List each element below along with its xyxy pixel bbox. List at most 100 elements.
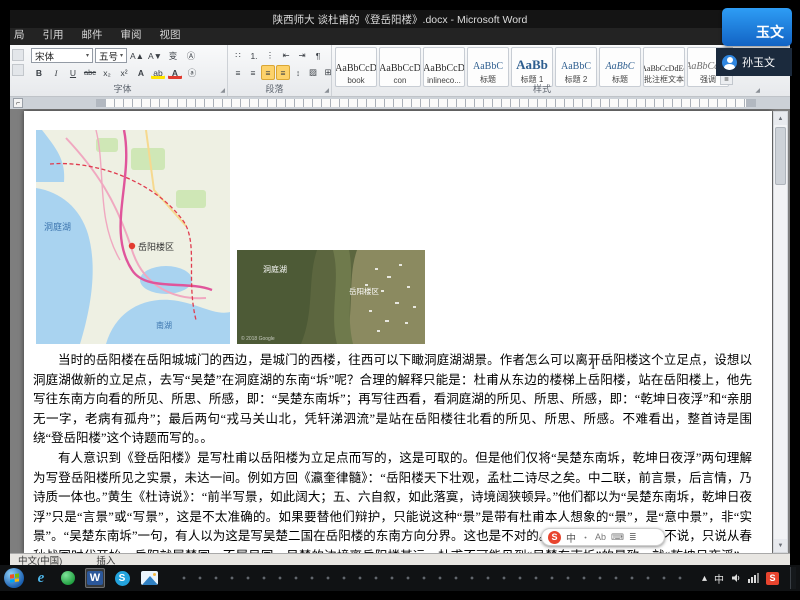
taskbar-photos-button[interactable]	[139, 568, 159, 588]
map-pin-icon	[129, 243, 135, 249]
taskbar-skype-button[interactable]: S	[112, 568, 132, 588]
network-icon[interactable]	[748, 573, 759, 583]
qq-docked-badge[interactable]: 玉文	[722, 8, 792, 46]
enclose-character-button[interactable]: ⓐ	[184, 65, 200, 80]
grow-font-button[interactable]: A▲	[129, 48, 145, 63]
taskbar-ie-button[interactable]: e	[31, 568, 51, 588]
status-bar: 中文(中国) 插入	[10, 553, 790, 565]
tab-review[interactable]: 审阅	[112, 25, 151, 45]
scrollbar-thumb[interactable]	[775, 127, 786, 185]
ime-mode-chinese[interactable]: 中	[566, 530, 576, 545]
paragraph-1[interactable]: 当时的岳阳楼在岳阳城城门的西边，是城门的西楼，往西可以下瞰洞庭湖湖景。作者怎么可…	[33, 351, 752, 449]
tab-mailings[interactable]: 邮件	[73, 25, 112, 45]
taskbar-items-dots	[176, 575, 685, 581]
style-item-title[interactable]: AaBbC 标题	[467, 47, 509, 87]
bullets-button[interactable]: ∷	[231, 48, 245, 63]
style-item-inlineco[interactable]: AaBbCcD inlineco...	[423, 47, 465, 87]
styles-gallery: AaBbCcD book AaBbCcD con AaBbCcD inlinec…	[335, 47, 731, 87]
text-effects-button[interactable]: A	[133, 65, 149, 80]
satellite-label-lake: 洞庭湖	[263, 264, 287, 274]
taskbar-green-app-button[interactable]	[58, 568, 78, 588]
document-page[interactable]: 岳阳楼区 洞庭湖 南湖	[24, 111, 772, 553]
ime-language-icon[interactable]: Ab	[595, 532, 606, 542]
bold-button[interactable]: B	[31, 65, 47, 80]
style-item-book[interactable]: AaBbCcD book	[335, 47, 377, 87]
ime-punctuation-icon[interactable]: ・	[581, 531, 590, 544]
green-app-icon	[61, 571, 75, 585]
clipboard-group-partial	[12, 49, 26, 76]
align-left-button[interactable]: ≡	[231, 65, 245, 80]
document-text[interactable]: 当时的岳阳楼在岳阳城城门的西边，是城门的西楼，往西可以下瞰洞庭湖湖景。作者怎么可…	[33, 351, 752, 553]
highlight-color-button[interactable]: ab	[150, 65, 166, 80]
line-spacing-button[interactable]: ↕	[291, 65, 305, 80]
screen: 陕西师大 谈杜甫的《登岳阳楼》.docx - Microsoft Word 局 …	[0, 0, 800, 600]
tray-input-indicator[interactable]: 中	[714, 571, 724, 586]
phonetic-guide-button[interactable]: 变	[165, 48, 181, 63]
font-size-combobox[interactable]: 五号 ▾	[95, 48, 127, 63]
underline-button[interactable]: U	[65, 65, 81, 80]
tray-chevron-icon[interactable]: ▴	[702, 573, 707, 584]
style-item-con[interactable]: AaBbCcD con	[379, 47, 421, 87]
ime-keyboard-icon[interactable]: ⌨	[611, 532, 624, 543]
map-image-yueyang: 岳阳楼区 洞庭湖 南湖	[36, 130, 230, 344]
tab-page-layout-partial[interactable]: 局	[12, 25, 34, 45]
paragraph-group-row1: ∷ 1. ⋮ ⇤ ⇥ ¶	[231, 48, 325, 63]
dialog-launcher-icon[interactable]: ◢	[755, 88, 760, 94]
tab-selector-icon[interactable]: ⌐	[13, 98, 23, 108]
ribbon-tab-row: 局 引用 邮件 审阅 视图	[10, 28, 790, 45]
style-item-subtitle[interactable]: AaBbC 标题	[599, 47, 641, 87]
numbering-button[interactable]: 1.	[247, 48, 261, 63]
qq-contact-row[interactable]: 孙玉文	[716, 48, 792, 76]
system-tray: ▴ 中 S	[702, 567, 796, 589]
style-item-balloon-text[interactable]: AaBbCcDdEe 批注框文本	[643, 47, 685, 87]
justify-button[interactable]: ≡	[276, 65, 290, 80]
decrease-indent-button[interactable]: ⇤	[279, 48, 293, 63]
show-marks-button[interactable]: ¶	[311, 48, 325, 63]
ruler-right-margin[interactable]	[746, 99, 756, 107]
dialog-launcher-icon[interactable]: ◢	[220, 88, 225, 94]
clipboard-icon[interactable]	[12, 49, 24, 61]
strikethrough-button[interactable]: abc	[82, 65, 98, 80]
align-center-button[interactable]: ≡	[246, 65, 260, 80]
sogou-logo-icon[interactable]: S	[548, 531, 561, 544]
paragraph-group: ∷ 1. ⋮ ⇤ ⇥ ¶ ≡ ≡ ≡ ≡ ↕ ▨ ⊞ 段落 ◢	[228, 45, 332, 96]
italic-button[interactable]: I	[48, 65, 64, 80]
ruler-left-margin[interactable]	[96, 99, 106, 107]
multilevel-list-button[interactable]: ⋮	[263, 48, 277, 63]
volume-icon[interactable]	[731, 573, 741, 583]
scroll-up-icon[interactable]: ▲	[774, 112, 787, 125]
tab-references[interactable]: 引用	[34, 25, 73, 45]
subscript-button[interactable]: x₂	[99, 65, 115, 80]
dialog-launcher-icon[interactable]: ◢	[324, 88, 329, 94]
ime-toolbox-icon[interactable]: ≣	[629, 532, 637, 543]
superscript-button[interactable]: x²	[116, 65, 132, 80]
shrink-font-button[interactable]: A▼	[147, 48, 163, 63]
shading-button[interactable]: ▨	[306, 65, 320, 80]
chevron-down-icon[interactable]: ▾	[86, 52, 89, 59]
scroll-down-icon[interactable]: ▼	[774, 539, 787, 552]
sogou-tray-icon[interactable]: S	[766, 572, 779, 585]
character-border-button[interactable]: Ⓐ	[183, 48, 199, 63]
show-desktop-button[interactable]	[790, 567, 796, 589]
font-color-button[interactable]: A	[167, 65, 183, 80]
map-label-district: 岳阳楼区	[138, 241, 174, 252]
taskbar-word-button[interactable]: W	[85, 568, 105, 588]
ribbon: 宋体 ▾ 五号 ▾ A▲ A▼ 变 Ⓐ B I U abc	[10, 45, 790, 97]
increase-indent-button[interactable]: ⇥	[295, 48, 309, 63]
windows-logo-icon	[10, 573, 19, 582]
style-item-heading2[interactable]: AaBbC 标题 2	[555, 47, 597, 87]
style-item-heading1[interactable]: AaBb 标题 1	[511, 47, 553, 87]
map-label-south-lake: 南湖	[156, 320, 172, 330]
start-button[interactable]	[4, 568, 24, 588]
font-name-combobox[interactable]: 宋体 ▾	[31, 48, 93, 63]
ime-toolbar[interactable]: S 中 ・ Ab ⌨ ≣	[541, 528, 665, 546]
format-painter-icon[interactable]	[12, 64, 24, 76]
chevron-down-icon[interactable]: ▾	[120, 52, 123, 59]
align-right-button[interactable]: ≡	[261, 65, 275, 80]
styles-group-label: 样式	[332, 82, 752, 95]
paragraph-group-row2: ≡ ≡ ≡ ≡ ↕ ▨ ⊞	[231, 65, 335, 80]
tab-view[interactable]: 视图	[151, 25, 190, 45]
horizontal-ruler[interactable]: ⌐	[10, 97, 790, 109]
vertical-scrollbar[interactable]: ▲ ▼	[773, 111, 788, 553]
taskbar: e W S ▴ 中 S	[0, 565, 800, 591]
